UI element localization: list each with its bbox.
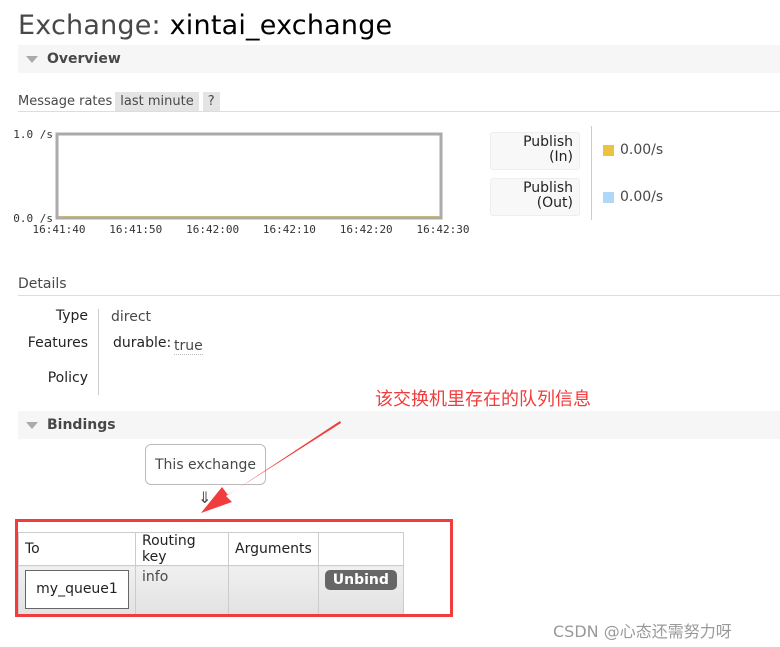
detail-value-type: direct: [111, 309, 152, 325]
legend-label-line1: Publish: [523, 134, 573, 150]
overview-section-label: Overview: [47, 51, 121, 67]
message-rates-label: Message rates: [18, 94, 113, 109]
legend-label-line2: (Out): [536, 195, 573, 211]
x-tick-label: 16:42:20: [340, 223, 393, 236]
publish-out-rate: 0.00/s: [620, 189, 664, 205]
range-selector[interactable]: last minute: [115, 92, 199, 111]
detail-features-key: durable:: [113, 335, 172, 351]
x-tick-label: 16:42:30: [417, 223, 470, 236]
detail-label-type: Type: [55, 308, 88, 324]
plot-frame: [55, 132, 443, 220]
chart-svg: 0.0 /s1.0 /s16:41:40 16:41:50 16:42:00 16:4…: [13, 128, 470, 236]
details-heading: Details: [18, 276, 780, 296]
bindings-section-toggle[interactable]: Bindings: [18, 411, 780, 439]
x-tick-label: 16:41:40: [33, 223, 86, 236]
page-title: Exchange: xintai_exchange: [18, 10, 392, 41]
annotation-text: 该交换机里存在的队列信息: [375, 389, 591, 410]
collapse-triangle-icon: [26, 55, 38, 63]
collapse-triangle-icon: [26, 421, 38, 429]
help-button[interactable]: ?: [202, 92, 220, 111]
legend-publish-in-value: 0.00/s: [603, 142, 663, 158]
details-divider: [98, 309, 99, 395]
legend-publish-out-button[interactable]: Publish (Out): [490, 178, 580, 216]
legend-label-line2: (In): [549, 149, 573, 165]
highlight-box: [15, 519, 453, 617]
y-tick-label: 1.0 /s: [13, 128, 53, 141]
x-tick-label: 16:42:10: [263, 223, 316, 236]
bindings-section-label: Bindings: [47, 417, 116, 433]
swatch-publish-in-icon: [603, 144, 614, 156]
swatch-publish-out-icon: [603, 191, 614, 203]
message-rates-chart: 0.0 /s 1.0 /s 16:41:40 16:41:50 16:42:00 16:4…: [0, 125, 480, 245]
publish-in-rate: 0.00/s: [620, 142, 664, 158]
detail-label-policy: Policy: [47, 370, 88, 386]
x-tick-label: 16:41:50: [109, 223, 162, 236]
detail-features-value: true: [174, 338, 203, 355]
legend-label-line1: Publish: [523, 180, 573, 196]
this-exchange-box: This exchange: [145, 444, 266, 485]
message-rates-bar: Message rates last minute ?: [18, 90, 780, 112]
overview-section-toggle[interactable]: Overview: [18, 45, 780, 73]
legend-publish-out-value: 0.00/s: [603, 189, 663, 205]
down-arrow-icon: ⇓: [198, 488, 212, 507]
legend-publish-in-button[interactable]: Publish (In): [490, 132, 580, 170]
page-title-prefix: Exchange:: [18, 10, 161, 41]
exchange-name: xintai_exchange: [169, 10, 393, 41]
detail-label-features: Features: [27, 335, 88, 351]
legend-divider: [591, 126, 592, 220]
x-tick-label: 16:42:00: [186, 223, 239, 236]
watermark: CSDN @心态还需努力呀: [553, 622, 732, 641]
